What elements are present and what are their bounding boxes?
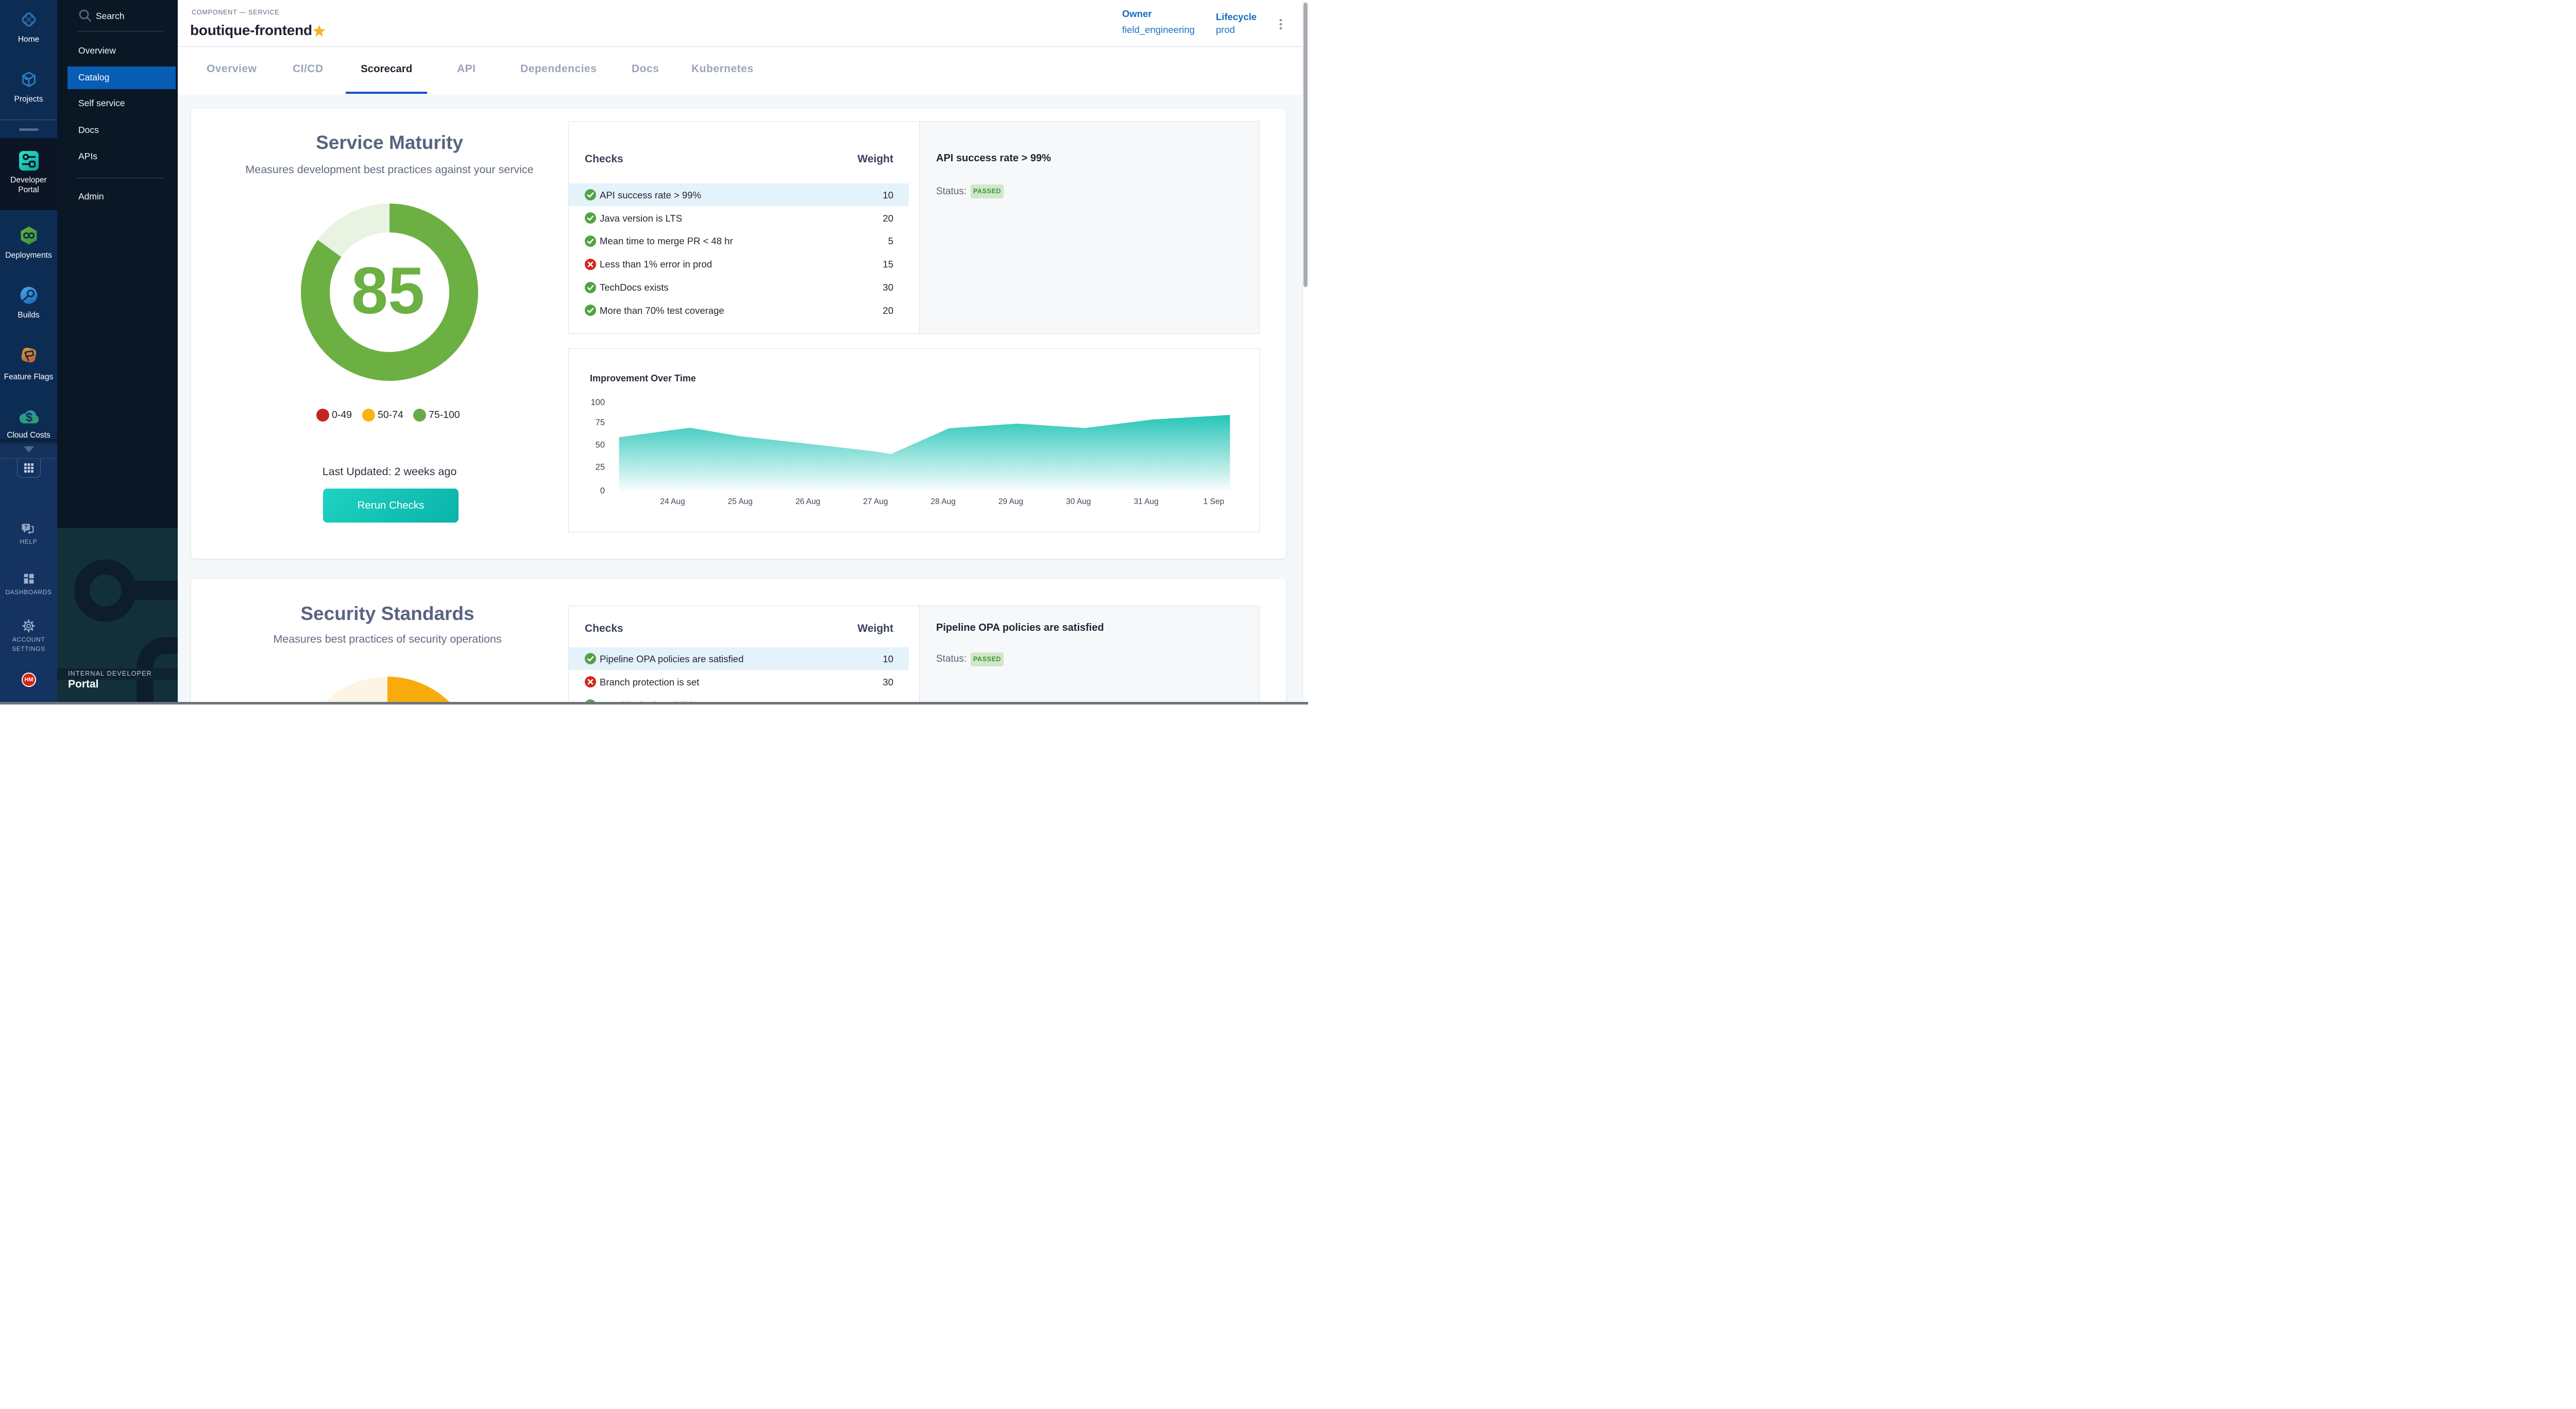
- svg-text:27 Aug: 27 Aug: [863, 497, 888, 506]
- svg-text:?: ?: [24, 524, 28, 530]
- svg-text:28 Aug: 28 Aug: [931, 497, 956, 506]
- svg-text:$: $: [26, 411, 33, 425]
- svg-text:26 Aug: 26 Aug: [795, 497, 820, 506]
- svg-text:30 Aug: 30 Aug: [1066, 497, 1091, 506]
- svg-text:50: 50: [596, 441, 605, 450]
- svg-text:100: 100: [590, 398, 605, 407]
- svg-text:31 Aug: 31 Aug: [1133, 497, 1158, 506]
- svg-text:25 Aug: 25 Aug: [728, 497, 753, 506]
- svg-text:1 Sep: 1 Sep: [1204, 497, 1225, 506]
- svg-text:24 Aug: 24 Aug: [660, 497, 685, 506]
- svg-text:0: 0: [600, 487, 605, 496]
- svg-text:29 Aug: 29 Aug: [998, 497, 1023, 506]
- svg-text:75: 75: [596, 418, 605, 427]
- svg-text:25: 25: [596, 463, 605, 472]
